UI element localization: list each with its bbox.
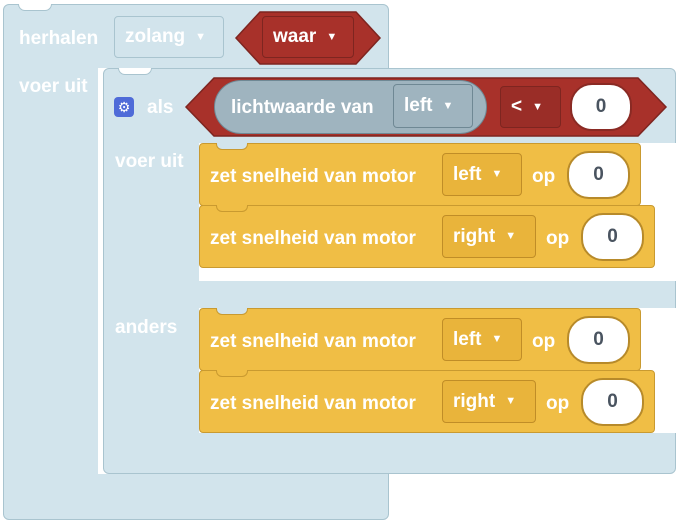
then-label: voer uit <box>115 151 184 172</box>
op-label: op <box>532 331 556 352</box>
chevron-down-icon: ▼ <box>491 333 503 345</box>
loop-do-label: voer uit <box>19 76 88 97</box>
block-notch <box>216 143 248 150</box>
motor-speed-input[interactable]: 0 <box>581 378 644 426</box>
op-label: op <box>546 228 570 249</box>
motor-statement-label: zet snelheid van motor <box>210 393 416 414</box>
operator-label: < <box>511 96 523 117</box>
block-notch <box>216 205 248 212</box>
chevron-down-icon: ▼ <box>195 30 207 43</box>
motor-speed-value: 0 <box>607 226 618 247</box>
motor-speed-value: 0 <box>607 391 618 412</box>
chevron-down-icon: ▼ <box>505 395 517 407</box>
chevron-down-icon: ▼ <box>442 99 454 112</box>
motor-speed-input[interactable]: 0 <box>567 151 630 199</box>
motor-port-dropdown[interactable]: right ▼ <box>442 215 536 258</box>
op-label: op <box>546 393 570 414</box>
motor-speed-value: 0 <box>593 329 604 350</box>
if-keyword: als <box>147 97 174 118</box>
motor-port-label: left <box>453 163 482 185</box>
compare-value-input[interactable]: 0 <box>570 83 632 131</box>
boolean-dropdown[interactable]: waar ▼ <box>262 16 354 58</box>
chevron-down-icon: ▼ <box>326 30 338 43</box>
motor-speed-input[interactable]: 0 <box>567 316 630 364</box>
if-top-notch <box>118 68 152 75</box>
sensor-label: lichtwaarde van <box>231 97 374 118</box>
block-notch <box>216 370 248 377</box>
motor-port-dropdown[interactable]: left ▼ <box>442 318 522 361</box>
loop-mode-label: zolang <box>125 26 186 47</box>
loop-mode-dropdown[interactable]: zolang ▼ <box>114 16 224 58</box>
gear-icon[interactable]: ⚙ <box>114 97 134 117</box>
op-label: op <box>532 166 556 187</box>
loop-top-notch <box>18 4 52 11</box>
loop-keyword: herhalen <box>19 28 99 49</box>
operator-dropdown[interactable]: < ▼ <box>500 86 561 128</box>
motor-speed-input[interactable]: 0 <box>581 213 644 261</box>
block-notch <box>216 308 248 315</box>
boolean-label: waar <box>273 26 317 47</box>
else-label: anders <box>115 317 178 338</box>
chevron-down-icon: ▼ <box>532 100 543 113</box>
motor-port-label: right <box>453 225 496 247</box>
motor-statement-label: zet snelheid van motor <box>210 228 416 249</box>
motor-statement-label: zet snelheid van motor <box>210 166 416 187</box>
chevron-down-icon: ▼ <box>491 168 503 180</box>
motor-port-label: right <box>453 390 496 412</box>
motor-statement-label: zet snelheid van motor <box>210 331 416 352</box>
motor-port-label: left <box>453 328 482 350</box>
motor-speed-value: 0 <box>593 164 604 185</box>
motor-port-dropdown[interactable]: right ▼ <box>442 380 536 423</box>
compare-value: 0 <box>595 96 607 117</box>
sensor-port-label: left <box>404 95 433 116</box>
chevron-down-icon: ▼ <box>505 230 517 242</box>
motor-port-dropdown[interactable]: left ▼ <box>442 153 522 196</box>
sensor-port-dropdown[interactable]: left ▼ <box>393 84 473 128</box>
